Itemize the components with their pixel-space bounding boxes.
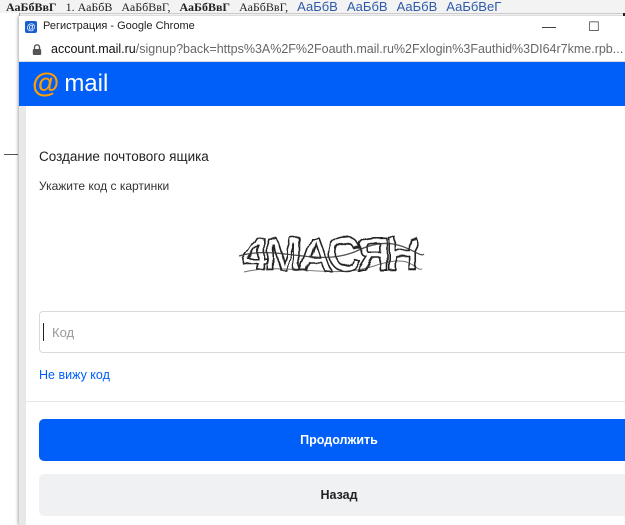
ribbon-style-5: АаБбВвГ,	[239, 0, 289, 14]
left-edge-strip	[19, 106, 26, 525]
url-domain: account.mail.ru	[51, 42, 136, 56]
ribbon-style-2: 1. АаБбВ	[65, 0, 113, 14]
maximize-button[interactable]: ☐	[584, 18, 604, 36]
captcha-hint: Укажите код с картинки	[39, 179, 170, 193]
minimize-button[interactable]: —	[539, 18, 559, 36]
back-button[interactable]: Назад	[39, 474, 625, 516]
captcha-image: 4MACЯH	[238, 227, 425, 281]
url-text[interactable]: account.mail.ru/signup?back=https%3A%2F%…	[51, 42, 623, 56]
background-left-strip	[0, 13, 20, 525]
background-ruler-tick	[4, 154, 18, 155]
window-titlebar[interactable]: @ Регистрация - Google Chrome — ☐	[19, 16, 625, 38]
text-caret	[43, 323, 44, 341]
mail-logo[interactable]: @ mail	[32, 66, 109, 100]
ribbon-style-1: АаБбВвГ	[6, 0, 57, 14]
cant-see-code-link[interactable]: Не вижу код	[39, 368, 110, 382]
signup-form: Создание почтового ящика Укажите код с к…	[19, 106, 625, 525]
form-title: Создание почтового ящика	[39, 149, 209, 164]
background-ribbon: АаБбВвГ 1. АаБбВ АаБбВвГ, АаБбВвГ АаБбВв…	[0, 0, 625, 14]
logo-wordmark: mail	[64, 70, 109, 97]
ribbon-style-7: АаБбВ	[346, 0, 388, 14]
logo-at-icon: @	[32, 66, 60, 98]
browser-popup-window: @ Регистрация - Google Chrome — ☐ accoun…	[19, 16, 625, 525]
ribbon-style-4: АаБбВвГ	[179, 0, 231, 14]
mail-favicon-icon: @	[25, 21, 37, 33]
ribbon-style-3: АаБбВвГ,	[121, 0, 171, 14]
ribbon-style-6: АаБбВ	[297, 0, 338, 14]
ribbon-style-9: АаБбВеГ	[446, 0, 502, 14]
mail-header: @ mail	[19, 62, 625, 106]
url-path: /signup?back=https%3A%2F%2Foauth.mail.ru…	[135, 42, 624, 56]
lock-icon	[32, 44, 42, 55]
ribbon-style-8: АаБбВ	[396, 0, 438, 14]
address-bar[interactable]: account.mail.ru/signup?back=https%3A%2F%…	[19, 38, 625, 62]
captcha-code-input[interactable]	[39, 311, 625, 353]
continue-button[interactable]: Продолжить	[39, 419, 625, 461]
section-divider	[19, 401, 625, 402]
captcha-text: 4MACЯH	[243, 228, 417, 280]
window-title: Регистрация - Google Chrome	[43, 20, 195, 32]
